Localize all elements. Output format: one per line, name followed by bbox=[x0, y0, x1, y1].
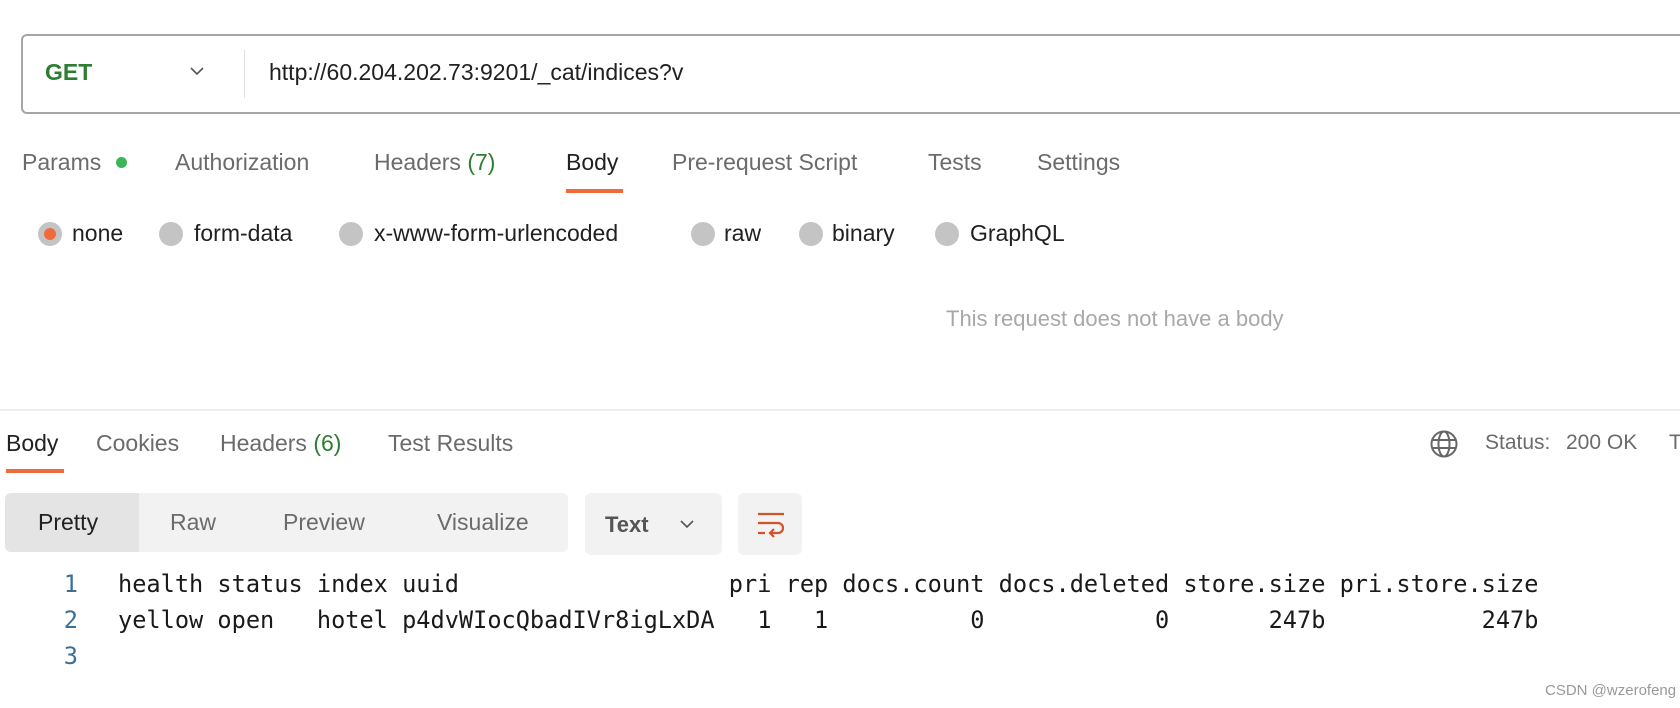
view-mode-pretty[interactable]: Pretty bbox=[38, 509, 98, 536]
status-label: Status: bbox=[1485, 431, 1551, 454]
radio-raw[interactable] bbox=[691, 222, 715, 246]
divider bbox=[244, 50, 245, 98]
line-number: 1 bbox=[63, 570, 78, 598]
params-indicator-dot bbox=[116, 157, 127, 168]
headers-count: (7) bbox=[467, 149, 496, 175]
active-response-tab-underline bbox=[6, 469, 64, 473]
tab-settings[interactable]: Settings bbox=[1037, 149, 1120, 176]
tab-body[interactable]: Body bbox=[566, 149, 618, 176]
response-headers-count: (6) bbox=[313, 430, 342, 456]
empty-body-message: This request does not have a body bbox=[946, 306, 1284, 331]
active-tab-underline bbox=[566, 189, 623, 193]
response-tab-body[interactable]: Body bbox=[6, 430, 58, 457]
radio-label-none[interactable]: none bbox=[72, 220, 123, 247]
radio-label-graphql[interactable]: GraphQL bbox=[970, 220, 1065, 247]
radio-binary[interactable] bbox=[799, 222, 823, 246]
status-truncated: T bbox=[1669, 431, 1680, 454]
tab-headers[interactable]: Headers (7) bbox=[374, 149, 495, 176]
view-mode-raw[interactable]: Raw bbox=[170, 509, 216, 536]
radio-label-raw[interactable]: raw bbox=[724, 220, 761, 247]
chevron-down-icon bbox=[680, 520, 694, 529]
code-line: health status index uuid pri rep docs.co… bbox=[118, 570, 1539, 598]
url-input[interactable]: http://60.204.202.73:9201/_cat/indices?v bbox=[269, 59, 683, 86]
tab-label: Params bbox=[22, 149, 102, 175]
tab-params[interactable]: Params bbox=[22, 149, 101, 176]
radio-form-data[interactable] bbox=[159, 222, 183, 246]
tab-authorization[interactable]: Authorization bbox=[175, 149, 309, 176]
radio-none[interactable] bbox=[38, 222, 62, 246]
tab-label: Headers bbox=[374, 149, 461, 175]
line-number: 3 bbox=[63, 642, 78, 670]
watermark: CSDN @wzerofeng bbox=[1545, 682, 1677, 699]
response-tab-headers[interactable]: Headers (6) bbox=[220, 430, 341, 457]
pane-divider[interactable] bbox=[0, 409, 1680, 411]
radio-graphql[interactable] bbox=[935, 222, 959, 246]
method-select[interactable]: GET bbox=[45, 59, 92, 86]
format-select-value: Text bbox=[605, 512, 649, 537]
response-tab-cookies[interactable]: Cookies bbox=[96, 430, 179, 457]
radio-x-www-form-urlencoded[interactable] bbox=[339, 222, 363, 246]
code-line: yellow open hotel p4dvWIocQbadIVr8igLxDA… bbox=[118, 606, 1539, 634]
radio-label-x-www-form-urlencoded[interactable]: x-www-form-urlencoded bbox=[374, 220, 618, 247]
view-mode-preview[interactable]: Preview bbox=[283, 509, 365, 536]
globe-icon[interactable] bbox=[1429, 429, 1459, 459]
line-number: 2 bbox=[63, 606, 78, 634]
word-wrap-icon bbox=[758, 512, 785, 538]
tab-tests[interactable]: Tests bbox=[928, 149, 982, 176]
chevron-down-icon[interactable] bbox=[188, 62, 206, 80]
view-mode-visualize[interactable]: Visualize bbox=[437, 509, 529, 536]
response-tab-test-results[interactable]: Test Results bbox=[388, 430, 513, 457]
tab-label: Headers bbox=[220, 430, 307, 456]
radio-label-binary[interactable]: binary bbox=[832, 220, 895, 247]
status-value: 200 OK bbox=[1566, 431, 1638, 454]
tab-pre-request-script[interactable]: Pre-request Script bbox=[672, 149, 857, 176]
radio-label-form-data[interactable]: form-data bbox=[194, 220, 292, 247]
